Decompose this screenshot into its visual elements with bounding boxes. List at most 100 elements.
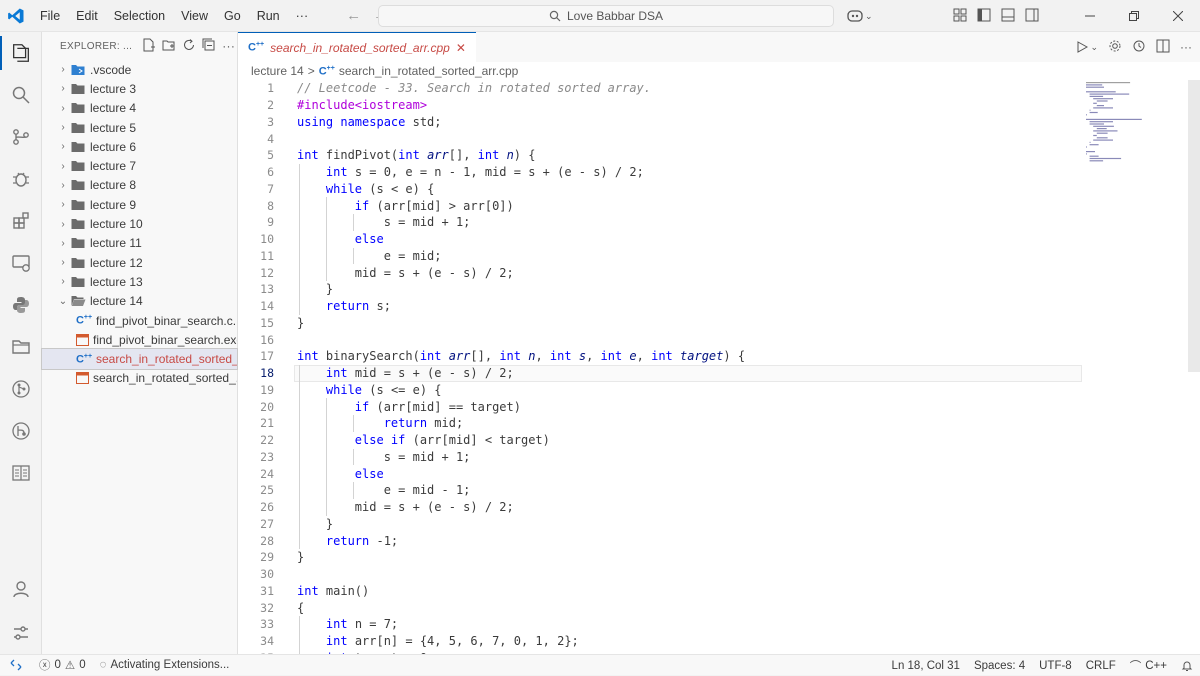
- search-view-icon[interactable]: [0, 74, 42, 116]
- code-line[interactable]: 28 return -1;: [238, 532, 1200, 549]
- run-options-chevron-icon[interactable]: ⌄: [1090, 42, 1098, 53]
- code-line[interactable]: 25 e = mid - 1;: [238, 482, 1200, 499]
- tree-folder[interactable]: ⌄ lecture 14: [42, 292, 237, 311]
- new-folder-icon[interactable]: [162, 38, 176, 55]
- code-line[interactable]: 16: [238, 331, 1200, 348]
- run-debug-icon[interactable]: [0, 158, 42, 200]
- code-line[interactable]: 2 #include<iostream>: [238, 97, 1200, 114]
- tree-folder[interactable]: › lecture 11: [42, 234, 237, 253]
- encoding[interactable]: UTF-8: [1032, 655, 1079, 676]
- code-line[interactable]: 22 else if (arr[mid] < target): [238, 431, 1200, 449]
- menu-item-file[interactable]: File: [32, 0, 68, 32]
- toggle-panel-icon[interactable]: [1001, 8, 1015, 25]
- end-of-line[interactable]: CRLF: [1079, 655, 1123, 676]
- split-editor-icon[interactable]: [1156, 39, 1170, 56]
- code-line[interactable]: 8 if (arr[mid] > arr[0]): [238, 197, 1200, 214]
- folder-icon[interactable]: [0, 326, 42, 368]
- restore-icon[interactable]: [1112, 0, 1156, 32]
- notifications-bell-icon[interactable]: [1174, 655, 1200, 676]
- tree-folder[interactable]: › lecture 13: [42, 272, 237, 291]
- code-editor[interactable]: 1 // Leetcode - 33. Search in rotated sor…: [238, 80, 1200, 654]
- code-line[interactable]: 11 e = mid;: [238, 247, 1200, 265]
- customize-layout-icon[interactable]: [953, 8, 967, 25]
- tab-search-in-rotated-sorted-arr[interactable]: C++ search_in_rotated_sorted_arr.cpp ✕: [238, 32, 476, 62]
- tree-folder[interactable]: › lecture 4: [42, 99, 237, 118]
- menu-item-go[interactable]: Go: [216, 0, 249, 32]
- tree-file[interactable]: search_in_rotated_sorted_...: [42, 369, 237, 388]
- code-line[interactable]: 18 int mid = s + (e - s) / 2;: [238, 364, 1200, 382]
- breadcrumb-folder[interactable]: lecture 14: [251, 64, 304, 78]
- toggle-primary-sidebar-icon[interactable]: [977, 8, 991, 25]
- source-control-icon[interactable]: [0, 116, 42, 158]
- tree-file[interactable]: find_pivot_binar_search.exe: [42, 330, 237, 349]
- code-line[interactable]: 21 return mid;: [238, 415, 1200, 432]
- settings-gear-icon[interactable]: [1108, 39, 1122, 56]
- code-line[interactable]: 19 while (s <= e) {: [238, 381, 1200, 399]
- code-line[interactable]: 32 {: [238, 599, 1200, 616]
- run-code-icon[interactable]: ⌄: [1076, 41, 1098, 53]
- command-center-search[interactable]: Love Babbar DSA: [378, 5, 834, 27]
- menu-item-view[interactable]: View: [173, 0, 216, 32]
- manage-gear-icon[interactable]: [0, 612, 42, 654]
- python-icon[interactable]: [0, 284, 42, 326]
- code-line[interactable]: 13 }: [238, 281, 1200, 298]
- minimap[interactable]: [1084, 80, 1188, 230]
- code-line[interactable]: 20 if (arr[mid] == target): [238, 398, 1200, 415]
- language-mode[interactable]: ⌒ C++: [1123, 655, 1174, 676]
- code-line[interactable]: 4: [238, 130, 1200, 147]
- close-window-icon[interactable]: [1156, 0, 1200, 32]
- code-line[interactable]: 31 int main(): [238, 583, 1200, 600]
- extension-activity[interactable]: ◌ Activating Extensions...: [93, 655, 237, 676]
- tree-file[interactable]: C++ search_in_rotated_sorted_...: [41, 348, 238, 370]
- scrollbar-thumb[interactable]: [1188, 80, 1200, 372]
- git-graph-icon[interactable]: [0, 368, 42, 410]
- code-line[interactable]: 23 s = mid + 1;: [238, 448, 1200, 466]
- tree-folder[interactable]: › lecture 7: [42, 156, 237, 175]
- copilot-icon[interactable]: ⌄: [846, 9, 873, 23]
- gitlens-icon[interactable]: [0, 410, 42, 452]
- menu-item-run[interactable]: Run: [249, 0, 288, 32]
- code-line[interactable]: 1 // Leetcode - 33. Search in rotated sor…: [238, 80, 1200, 97]
- tree-folder[interactable]: › lecture 12: [42, 253, 237, 272]
- close-tab-icon[interactable]: ✕: [456, 41, 466, 55]
- accounts-icon[interactable]: [0, 568, 42, 610]
- code-line[interactable]: 33 int n = 7;: [238, 616, 1200, 633]
- menu-item-selection[interactable]: Selection: [106, 0, 173, 32]
- explorer-icon[interactable]: [0, 32, 42, 74]
- code-line[interactable]: 12 mid = s + (e - s) / 2;: [238, 264, 1200, 281]
- code-line[interactable]: 14 return s;: [238, 297, 1200, 315]
- code-line[interactable]: 5 int findPivot(int arr[], int n) {: [238, 147, 1200, 164]
- code-line[interactable]: 10 else: [238, 230, 1200, 248]
- remote-indicator-icon[interactable]: [0, 655, 32, 676]
- tree-folder[interactable]: › .vscode: [42, 60, 237, 79]
- breadcrumb-file[interactable]: search_in_rotated_sorted_arr.cpp: [339, 64, 518, 78]
- remote-explorer-icon[interactable]: [0, 242, 42, 284]
- cursor-position[interactable]: Ln 18, Col 31: [885, 655, 967, 676]
- tree-folder[interactable]: › lecture 10: [42, 214, 237, 233]
- tree-folder[interactable]: › lecture 5: [42, 118, 237, 137]
- collapse-all-icon[interactable]: [202, 38, 216, 55]
- code-line[interactable]: 29}: [238, 549, 1200, 566]
- toggle-secondary-sidebar-icon[interactable]: [1025, 8, 1039, 25]
- timeline-history-icon[interactable]: [1132, 39, 1146, 56]
- code-line[interactable]: 27 }: [238, 515, 1200, 533]
- notebook-icon[interactable]: [0, 452, 42, 494]
- more-editor-actions-icon[interactable]: ···: [1180, 40, 1192, 54]
- refresh-icon[interactable]: [182, 38, 196, 55]
- tree-folder[interactable]: › lecture 9: [42, 195, 237, 214]
- code-line[interactable]: 24 else: [238, 465, 1200, 482]
- back-arrow-icon[interactable]: ←: [346, 7, 361, 24]
- code-line[interactable]: 17 int binarySearch(int arr[], int n, int…: [238, 348, 1200, 365]
- vertical-scrollbar[interactable]: [1188, 80, 1200, 654]
- tree-file[interactable]: C++ find_pivot_binar_search.c...: [42, 311, 237, 330]
- indentation[interactable]: Spaces: 4: [967, 655, 1032, 676]
- code-line[interactable]: 7 while (s < e) {: [238, 180, 1200, 198]
- tree-folder[interactable]: › lecture 6: [42, 137, 237, 156]
- code-line[interactable]: 30: [238, 566, 1200, 583]
- code-line[interactable]: 15}: [238, 315, 1200, 332]
- more-actions-icon[interactable]: ···: [222, 39, 235, 53]
- extensions-icon[interactable]: [0, 200, 42, 242]
- tree-folder[interactable]: › lecture 3: [42, 79, 237, 98]
- minimize-icon[interactable]: [1068, 0, 1112, 32]
- code-line[interactable]: 3 using namespace std;: [238, 114, 1200, 131]
